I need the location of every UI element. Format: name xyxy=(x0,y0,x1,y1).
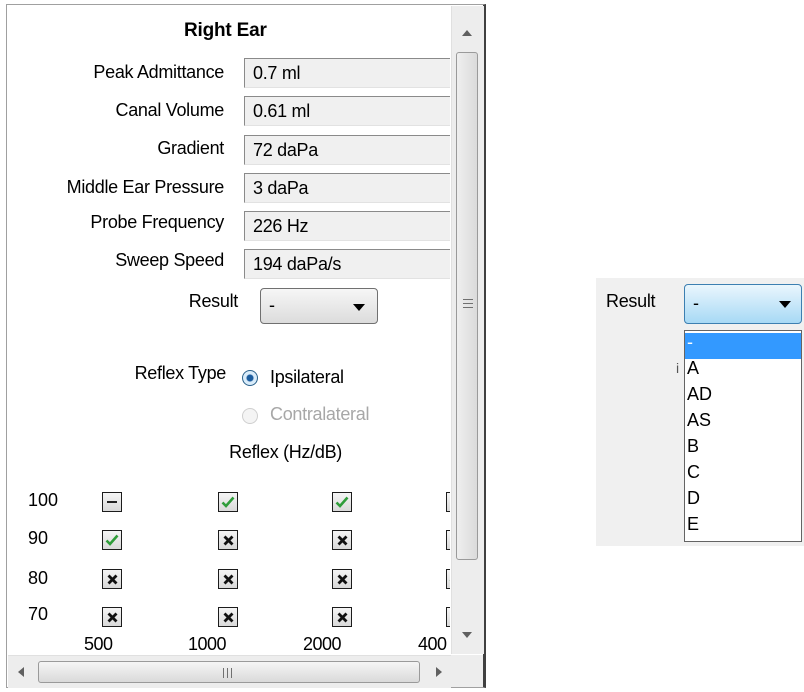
cross-icon xyxy=(223,574,233,584)
reflex-checkbox-2000-100[interactable] xyxy=(332,492,352,512)
sweep-speed-value: 194 daPa/s xyxy=(244,249,450,279)
probe-frequency-value: 226 Hz xyxy=(244,211,450,241)
ipsilateral-radio[interactable] xyxy=(242,370,258,386)
scroll-viewport: Right Ear Peak Admittance 0.7 ml Canal V… xyxy=(8,6,450,654)
row-label-70: 70 xyxy=(28,604,49,624)
canal-volume-value: 0.61 ml xyxy=(244,96,450,126)
result-label: Result xyxy=(188,291,239,311)
middle-ear-pressure-label: Middle Ear Pressure xyxy=(66,177,225,197)
result-label-open: Result xyxy=(606,291,656,311)
option-d[interactable]: D xyxy=(685,489,801,515)
row-label-100: 100 xyxy=(28,490,59,510)
reflex-checkbox-4000-70[interactable] xyxy=(446,607,450,627)
middle-ear-pressure-value: 3 daPa xyxy=(244,173,450,203)
sweep-speed-label: Sweep Speed xyxy=(115,250,224,270)
scroll-corner xyxy=(451,655,483,687)
cross-icon xyxy=(337,574,347,584)
canal-volume-label: Canal Volume xyxy=(115,100,225,120)
occluded-text-fragment: i xyxy=(676,360,680,376)
scroll-right-icon[interactable] xyxy=(436,667,442,677)
result-dropdown-open[interactable]: - xyxy=(684,284,802,324)
contralateral-radio[interactable] xyxy=(242,408,258,424)
right-ear-panel: Right Ear Peak Admittance 0.7 ml Canal V… xyxy=(6,4,486,688)
reflex-type-label: Reflex Type xyxy=(134,363,227,383)
vertical-scrollbar[interactable] xyxy=(451,6,484,654)
dropdown-arrow-icon xyxy=(353,304,365,311)
cross-icon xyxy=(337,535,347,545)
option-c[interactable]: C xyxy=(685,463,801,489)
vertical-scroll-thumb[interactable] xyxy=(456,52,478,560)
reflex-checkbox-500-90[interactable] xyxy=(102,530,122,550)
reflex-checkbox-1000-100[interactable] xyxy=(218,492,238,512)
result-dropdown[interactable]: - xyxy=(260,288,378,324)
option-e[interactable]: E xyxy=(685,515,801,541)
option-as[interactable]: AS xyxy=(685,411,801,437)
reflex-checkbox-500-80[interactable] xyxy=(102,569,122,589)
dash-icon xyxy=(107,501,117,503)
checkmark-icon xyxy=(335,496,349,508)
horizontal-scrollbar[interactable] xyxy=(8,655,451,688)
cross-icon xyxy=(223,612,233,622)
reflex-grid-title: Reflex (Hz/dB) xyxy=(229,442,342,462)
horizontal-scroll-thumb[interactable] xyxy=(38,661,420,683)
reflex-checkbox-500-70[interactable] xyxy=(102,607,122,627)
reflex-checkbox-500-100[interactable] xyxy=(102,492,122,512)
dropdown-arrow-icon xyxy=(779,301,791,308)
reflex-checkbox-2000-90[interactable] xyxy=(332,530,352,550)
panel-frame: Right Ear Peak Admittance 0.7 ml Canal V… xyxy=(6,4,486,688)
gradient-value: 72 daPa xyxy=(244,135,450,165)
checkmark-icon xyxy=(105,534,119,546)
reflex-checkbox-4000-90[interactable] xyxy=(446,530,450,550)
scroll-up-icon[interactable] xyxy=(462,30,472,36)
option-a[interactable]: A xyxy=(685,359,801,385)
reflex-checkbox-1000-90[interactable] xyxy=(218,530,238,550)
option-b[interactable]: B xyxy=(685,437,801,463)
reflex-checkbox-1000-70[interactable] xyxy=(218,607,238,627)
reflex-checkbox-1000-80[interactable] xyxy=(218,569,238,589)
row-label-90: 90 xyxy=(28,528,49,548)
reflex-checkbox-2000-70[interactable] xyxy=(332,607,352,627)
contralateral-label[interactable]: Contralateral xyxy=(270,404,369,425)
cross-icon xyxy=(107,612,117,622)
option-dash[interactable]: - xyxy=(685,333,801,359)
scroll-left-icon[interactable] xyxy=(18,667,24,677)
peak-admittance-value: 0.7 ml xyxy=(244,58,450,88)
panel-title: Right Ear xyxy=(184,20,267,41)
cross-icon xyxy=(107,574,117,584)
option-ad[interactable]: AD xyxy=(685,385,801,411)
reflex-checkbox-4000-100[interactable] xyxy=(446,492,450,512)
peak-admittance-label: Peak Admittance xyxy=(93,62,224,82)
col-label-1000: 1000 xyxy=(188,634,227,654)
gradient-label: Gradient xyxy=(157,138,224,158)
result-options-list: - A AD AS B C D E xyxy=(684,330,802,542)
col-label-4000: 400 xyxy=(418,634,447,654)
ipsilateral-label[interactable]: Ipsilateral xyxy=(270,367,344,388)
checkmark-icon xyxy=(221,496,235,508)
result-dropdown-value: - xyxy=(269,295,275,315)
cross-icon xyxy=(223,535,233,545)
reflex-checkbox-4000-80[interactable] xyxy=(446,569,450,589)
col-label-2000: 2000 xyxy=(303,634,342,654)
checkmark-icon xyxy=(449,580,450,581)
scroll-down-icon[interactable] xyxy=(462,632,472,638)
result-dropdown-open-value: - xyxy=(693,293,699,313)
cross-icon xyxy=(337,612,347,622)
col-label-500: 500 xyxy=(84,634,113,654)
reflex-checkbox-2000-80[interactable] xyxy=(332,569,352,589)
probe-frequency-label: Probe Frequency xyxy=(90,212,224,232)
row-label-80: 80 xyxy=(28,568,49,588)
